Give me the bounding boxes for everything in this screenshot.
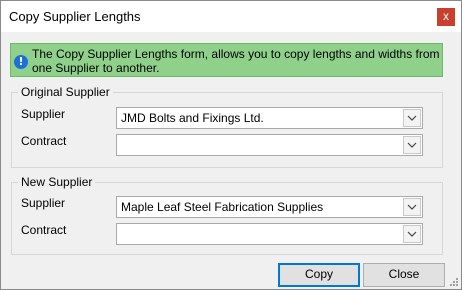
new-supplier-group: New Supplier Supplier Maple Leaf Steel F…	[11, 175, 443, 255]
dialog-window: Copy Supplier Lengths x ! The Copy Suppl…	[0, 0, 462, 290]
close-window-button[interactable]: x	[437, 8, 455, 26]
new-supplier-label: Supplier	[21, 196, 66, 210]
original-supplier-value: JMD Bolts and Fixings Ltd.	[121, 111, 264, 125]
original-contract-label: Contract	[21, 134, 67, 148]
copy-button[interactable]: Copy	[278, 263, 360, 287]
new-supplier-legend: New Supplier	[18, 175, 96, 189]
new-contract-dropdown[interactable]	[116, 223, 423, 245]
original-supplier-group: Original Supplier Supplier JMD Bolts and…	[11, 85, 443, 168]
info-text: The Copy Supplier Lengths form, allows y…	[32, 47, 440, 75]
title-bar[interactable]: Copy Supplier Lengths x	[1, 1, 461, 32]
chevron-down-icon[interactable]	[403, 109, 421, 127]
resize-grip-icon[interactable]	[449, 277, 459, 287]
original-supplier-dropdown[interactable]: JMD Bolts and Fixings Ltd.	[116, 107, 423, 129]
info-banner: ! The Copy Supplier Lengths form, allows…	[10, 43, 443, 77]
info-icon: !	[14, 55, 28, 69]
new-contract-label: Contract	[21, 223, 67, 237]
chevron-down-icon[interactable]	[403, 198, 421, 216]
chevron-down-icon[interactable]	[403, 136, 421, 154]
close-button[interactable]: Close	[363, 263, 445, 287]
original-contract-dropdown[interactable]	[116, 134, 423, 156]
chevron-down-icon[interactable]	[403, 225, 421, 243]
new-supplier-dropdown[interactable]: Maple Leaf Steel Fabrication Supplies	[116, 196, 423, 218]
original-supplier-label: Supplier	[21, 107, 66, 121]
original-supplier-legend: Original Supplier	[18, 85, 113, 99]
window-title: Copy Supplier Lengths	[9, 9, 141, 24]
new-supplier-value: Maple Leaf Steel Fabrication Supplies	[121, 200, 324, 214]
